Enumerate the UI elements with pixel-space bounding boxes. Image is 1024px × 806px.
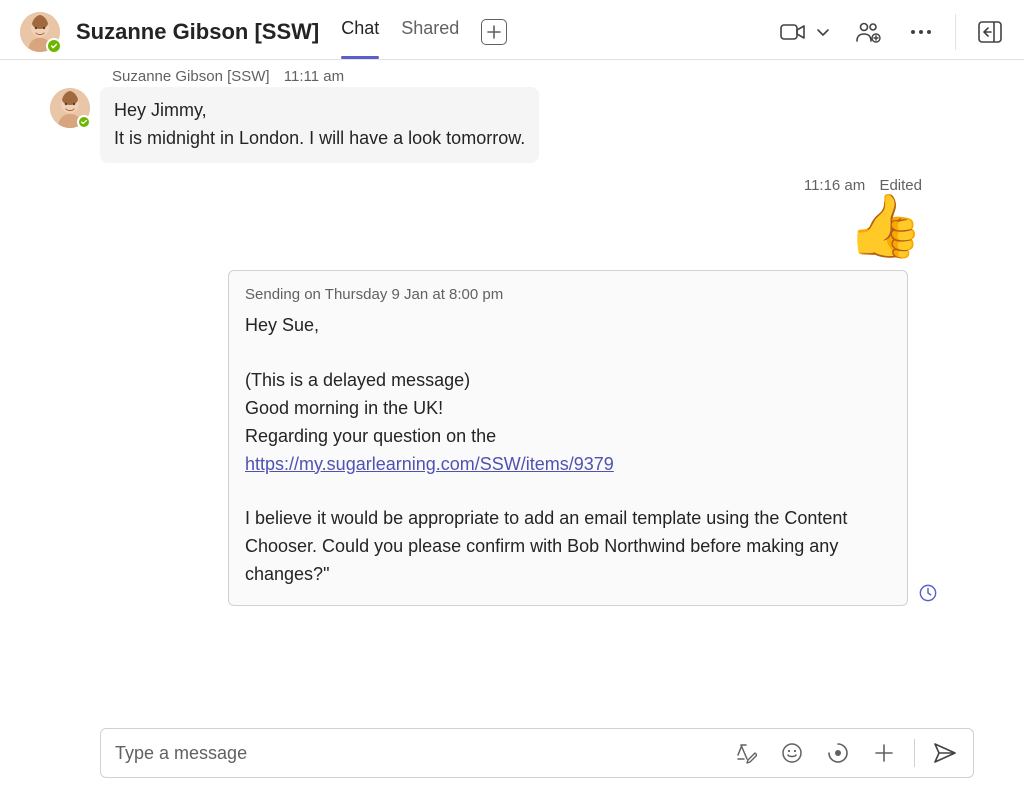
loop-icon xyxy=(827,742,849,764)
plus-icon xyxy=(487,25,501,39)
chat-header: Suzanne Gibson [SSW] Chat Shared xyxy=(0,0,1024,60)
tab-shared[interactable]: Shared xyxy=(401,10,459,53)
divider xyxy=(914,739,915,767)
thumbs-up-emoji[interactable]: 👍 xyxy=(847,196,924,258)
scheduled-message-body: Hey Sue, (This is a delayed message) Goo… xyxy=(245,312,891,589)
message-text-line: Hey Jimmy, xyxy=(114,97,525,125)
outgoing-reaction: 11:16 am Edited 👍 xyxy=(20,177,926,258)
message-meta: Suzanne Gibson [SSW] 11:11 am xyxy=(100,68,539,85)
more-options-button[interactable] xyxy=(907,18,935,46)
message-text-line: It is midnight in London. I will have a … xyxy=(114,125,525,153)
emoji-button[interactable] xyxy=(778,739,806,767)
incoming-message: Suzanne Gibson [SSW] 11:11 am Hey Jimmy,… xyxy=(50,68,1004,163)
edit-format-icon xyxy=(735,742,757,764)
message-bubble[interactable]: Hey Jimmy, It is midnight in London. I w… xyxy=(100,87,539,163)
people-add-button[interactable] xyxy=(855,18,883,46)
message-input[interactable] xyxy=(115,743,724,764)
video-icon xyxy=(780,22,806,42)
chat-area: Suzanne Gibson [SSW] 11:11 am Hey Jimmy,… xyxy=(0,60,1024,710)
send-button[interactable] xyxy=(931,739,959,767)
video-call-button[interactable] xyxy=(779,18,807,46)
scheduled-message[interactable]: Sending on Thursday 9 Jan at 8:00 pm Hey… xyxy=(228,270,908,606)
message-text-line: Good morning in the UK! xyxy=(245,395,891,423)
presence-available-icon xyxy=(77,115,91,129)
format-button[interactable] xyxy=(732,739,760,767)
composer-area xyxy=(0,710,1024,806)
message-text-line: Regarding your question on the xyxy=(245,423,891,451)
chat-tabs: Chat Shared xyxy=(341,10,507,53)
contact-avatar[interactable] xyxy=(20,12,60,52)
open-panel-button[interactable] xyxy=(976,18,1004,46)
presence-available-icon xyxy=(46,38,62,54)
message-time: 11:11 am xyxy=(284,68,344,85)
divider xyxy=(955,14,956,50)
people-add-icon xyxy=(856,21,882,43)
panel-open-icon xyxy=(978,21,1002,43)
emoji-icon xyxy=(781,742,803,764)
scheduled-clock-icon xyxy=(919,583,937,611)
scheduled-time-label: Sending on Thursday 9 Jan at 8:00 pm xyxy=(245,283,891,306)
loop-button[interactable] xyxy=(824,739,852,767)
contact-name: Suzanne Gibson [SSW] xyxy=(76,19,319,45)
more-icon xyxy=(910,29,932,35)
add-tab-button[interactable] xyxy=(481,19,507,45)
plus-icon xyxy=(874,743,894,763)
message-text-line: I believe it would be appropriate to add… xyxy=(245,505,891,589)
send-icon xyxy=(933,742,957,764)
composer-actions xyxy=(732,739,959,767)
header-actions xyxy=(779,14,1004,50)
tab-chat[interactable]: Chat xyxy=(341,10,379,53)
call-options-button[interactable] xyxy=(815,18,831,46)
sender-avatar[interactable] xyxy=(50,88,90,128)
chevron-down-icon xyxy=(816,27,830,37)
message-text-line: Hey Sue, xyxy=(245,312,891,340)
sender-name: Suzanne Gibson [SSW] xyxy=(112,68,270,85)
message-composer[interactable] xyxy=(100,728,974,778)
message-link[interactable]: https://my.sugarlearning.com/SSW/items/9… xyxy=(245,454,614,474)
message-text-line: (This is a delayed message) xyxy=(245,367,891,395)
attach-button[interactable] xyxy=(870,739,898,767)
